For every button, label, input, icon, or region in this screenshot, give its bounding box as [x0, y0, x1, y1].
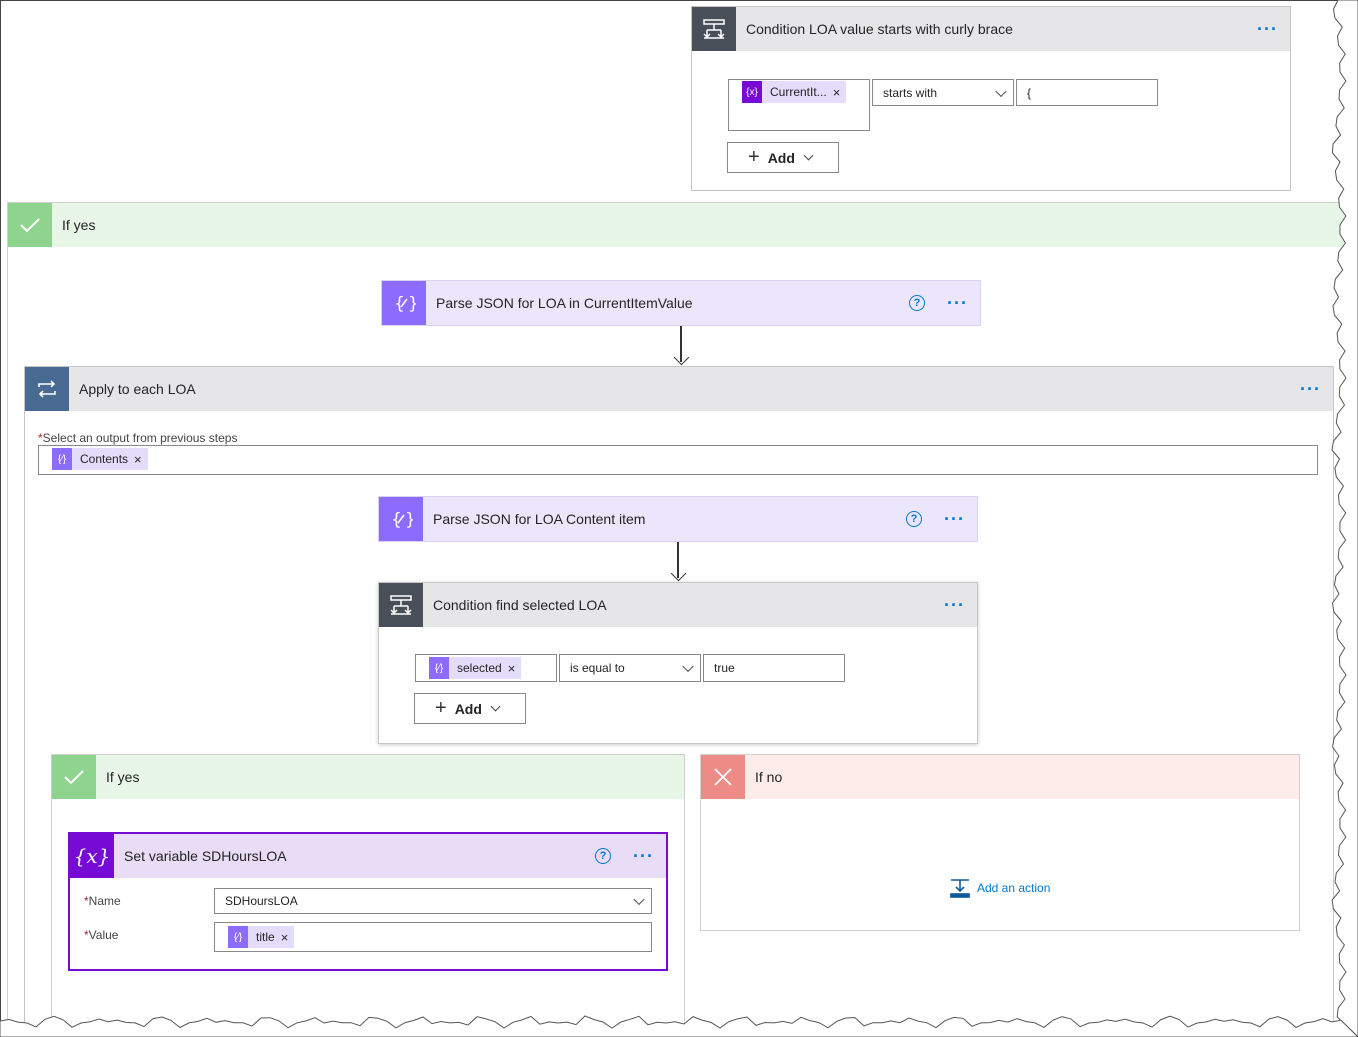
torn-edge [0, 0, 1358, 1037]
